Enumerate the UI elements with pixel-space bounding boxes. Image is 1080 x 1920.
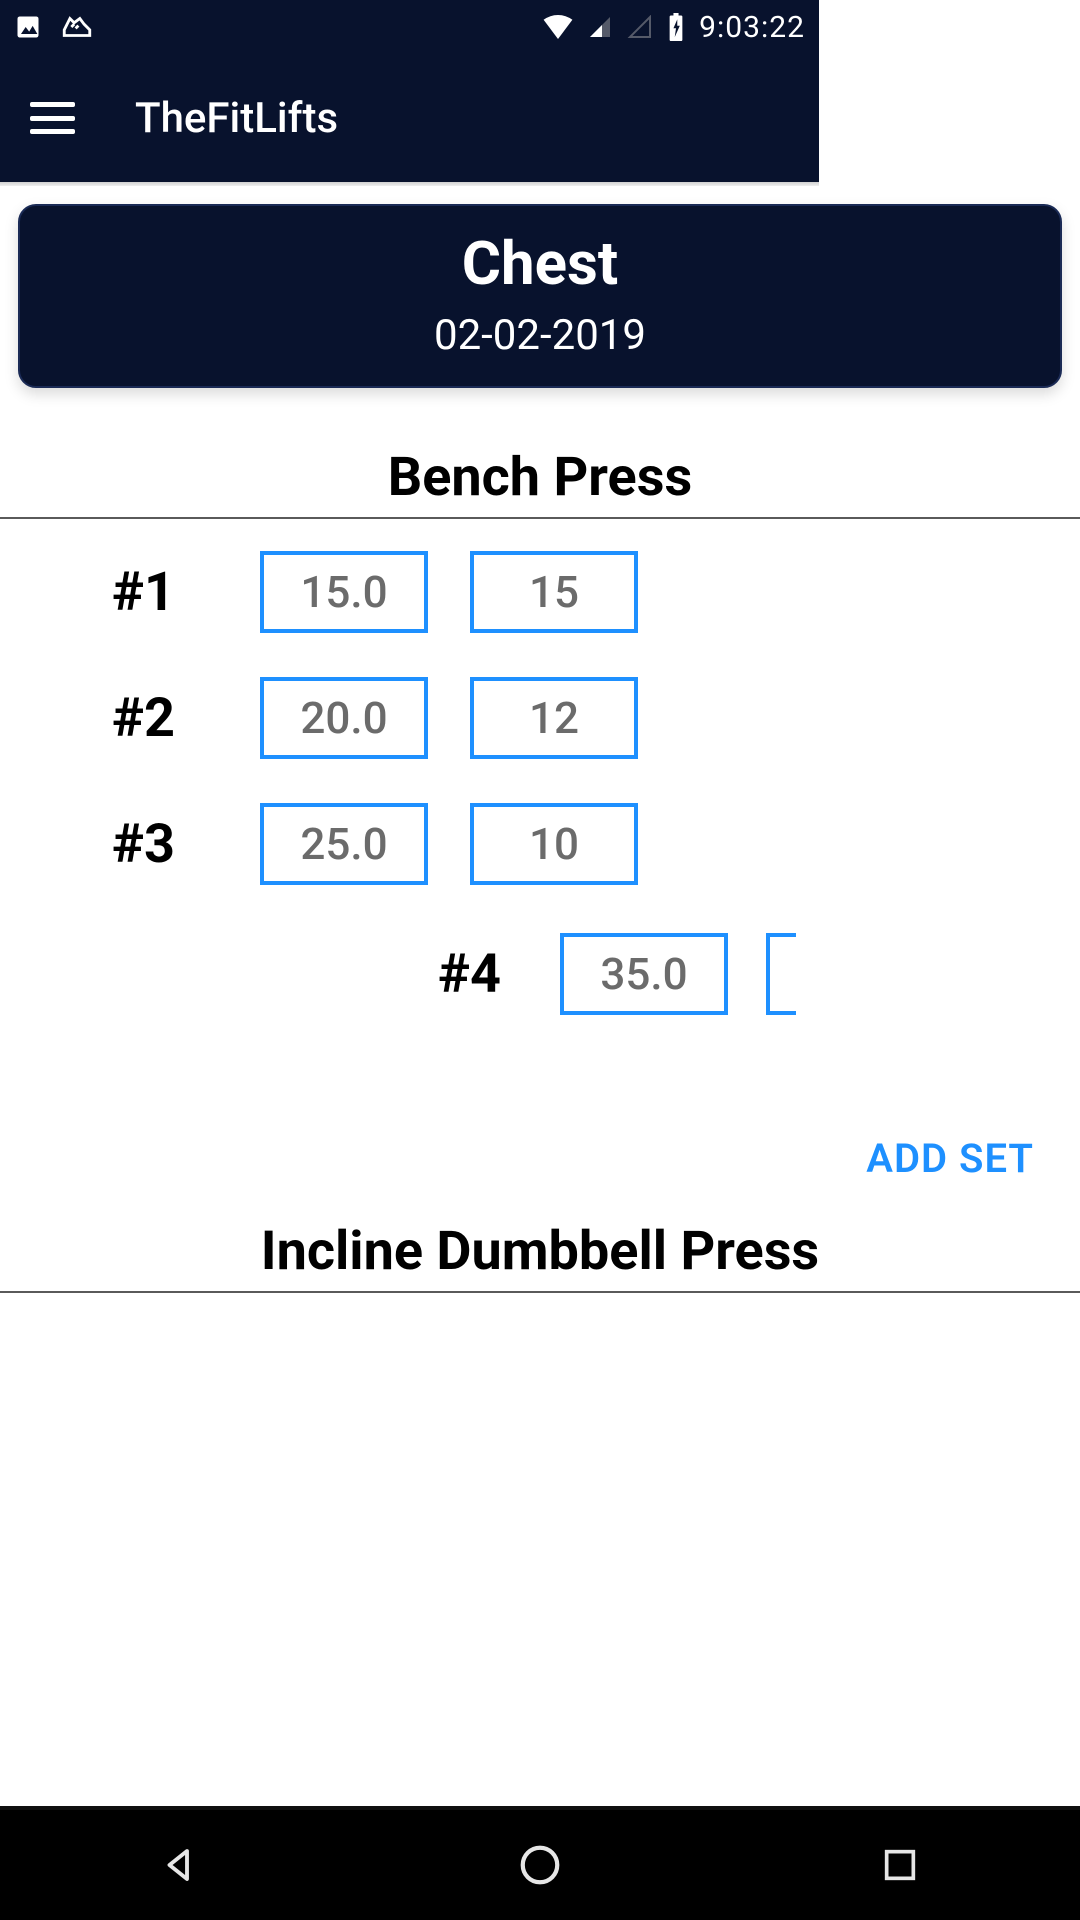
running-shoe-icon — [60, 10, 94, 44]
battery-charging-icon — [667, 13, 685, 41]
workout-title: Chest — [40, 228, 1040, 299]
weight-input[interactable]: 25.0 — [260, 803, 428, 885]
recents-button[interactable] — [870, 1835, 930, 1895]
set-label: #1 — [0, 561, 260, 624]
system-nav-bar — [0, 1810, 1080, 1920]
home-button[interactable] — [510, 1835, 570, 1895]
reps-input[interactable]: 10 — [470, 803, 638, 885]
exercise-name: Incline Dumbbell Press — [0, 1220, 1080, 1291]
wifi-icon — [543, 15, 573, 39]
exercise-block-incline-dumbbell-press: Incline Dumbbell Press — [0, 1220, 1080, 1293]
reps-input[interactable]: 15 — [470, 551, 638, 633]
set-label: #3 — [0, 813, 260, 876]
set-label: #2 — [0, 687, 260, 750]
back-button[interactable] — [150, 1835, 210, 1895]
weight-input[interactable]: 20.0 — [260, 677, 428, 759]
sets-list: #1 15.0 15 #2 20.0 12 #3 25.0 10 #4 35.0 — [0, 519, 1080, 1015]
exercise-name: Bench Press — [0, 446, 1080, 517]
divider — [0, 1291, 1080, 1293]
set-row: #4 35.0 — [0, 933, 1080, 1015]
weight-input[interactable]: 15.0 — [260, 551, 428, 633]
picture-icon — [14, 13, 42, 41]
status-time: 9:03:22 — [699, 10, 805, 45]
cellular-half-icon — [587, 15, 613, 39]
workout-header-card[interactable]: Chest 02-02-2019 — [18, 204, 1062, 388]
reps-input[interactable]: 12 — [470, 677, 638, 759]
status-bar: 9:03:22 — [0, 0, 819, 54]
workout-date: 02-02-2019 — [40, 311, 1040, 360]
reps-input[interactable] — [766, 933, 796, 1015]
set-row: #1 15.0 15 — [0, 551, 1080, 633]
add-set-button[interactable]: ADD SET — [0, 1015, 1080, 1202]
set-label: #4 — [0, 943, 560, 1006]
weight-input[interactable]: 35.0 — [560, 933, 728, 1015]
status-right: 9:03:22 — [543, 10, 805, 45]
app-title: TheFitLifts — [135, 94, 338, 143]
menu-icon[interactable] — [30, 102, 75, 134]
cellular-empty-icon — [627, 15, 653, 39]
set-row: #3 25.0 10 — [0, 803, 1080, 885]
set-row: #2 20.0 12 — [0, 677, 1080, 759]
app-bar: TheFitLifts — [0, 54, 819, 182]
exercise-block-bench-press: Bench Press #1 15.0 15 #2 20.0 12 #3 25.… — [0, 446, 1080, 1202]
status-left — [14, 10, 94, 44]
content-area[interactable]: Chest 02-02-2019 Bench Press #1 15.0 15 … — [0, 186, 1080, 1810]
